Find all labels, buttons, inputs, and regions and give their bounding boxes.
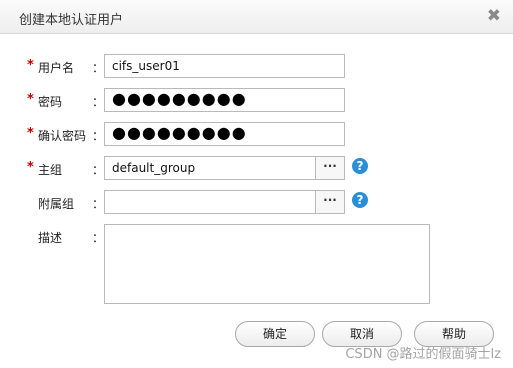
primary-group-browse-button[interactable]: ··· — [315, 157, 344, 179]
username-label: 用户名 — [38, 61, 75, 75]
label-colon: ： — [92, 61, 105, 75]
required-marker: * — [27, 92, 34, 107]
password-input[interactable]: ●●●●●●●●● — [104, 88, 345, 112]
label-colon: ： — [92, 231, 105, 245]
required-marker: * — [27, 58, 34, 73]
confirm-password-input[interactable]: ●●●●●●●●● — [104, 122, 345, 146]
confirm-password-label: 确认密码 — [38, 129, 87, 143]
watermark: CSDN @路过的假面骑士lz — [345, 347, 501, 362]
password-label: 密码 — [38, 95, 63, 109]
label-colon: ： — [92, 129, 105, 143]
primary-group-row: * 主组 ： default_group ··· ? — [0, 156, 513, 182]
secondary-group-browse-button[interactable]: ··· — [315, 191, 344, 213]
secondary-group-row: 附属组 ： ··· ? — [0, 190, 513, 216]
secondary-group-help-icon[interactable]: ? — [352, 192, 368, 208]
close-icon[interactable]: ✖ — [487, 6, 501, 26]
ok-button[interactable]: 确定 — [235, 321, 315, 347]
description-textarea[interactable] — [104, 224, 430, 304]
dialog-titlebar: 创建本地认证用户 ✖ — [0, 0, 513, 34]
password-row: * 密码 ： ●●●●●●●●● — [0, 88, 513, 114]
primary-group-label: 主组 — [38, 163, 63, 177]
label-colon: ： — [92, 95, 105, 109]
dialog-title: 创建本地认证用户 — [19, 13, 124, 28]
primary-group-value: default_group — [112, 161, 196, 175]
label-colon: ： — [92, 163, 105, 177]
secondary-group-label: 附属组 — [38, 197, 75, 211]
description-label: 描述 — [38, 231, 63, 245]
secondary-group-field[interactable]: ··· — [104, 190, 345, 214]
username-input[interactable] — [104, 54, 345, 78]
required-marker: * — [27, 126, 34, 141]
required-marker: * — [27, 160, 34, 175]
label-colon: ： — [92, 197, 105, 211]
primary-group-help-icon[interactable]: ? — [352, 158, 368, 174]
primary-group-field[interactable]: default_group ··· — [104, 156, 345, 180]
username-row: * 用户名 ： — [0, 54, 513, 80]
confirm-password-row: * 确认密码 ： ●●●●●●●●● — [0, 122, 513, 148]
create-local-user-dialog: 创建本地认证用户 ✖ * 用户名 ： * 密码 ： ●●●●●●●●● * 确认… — [0, 0, 513, 368]
